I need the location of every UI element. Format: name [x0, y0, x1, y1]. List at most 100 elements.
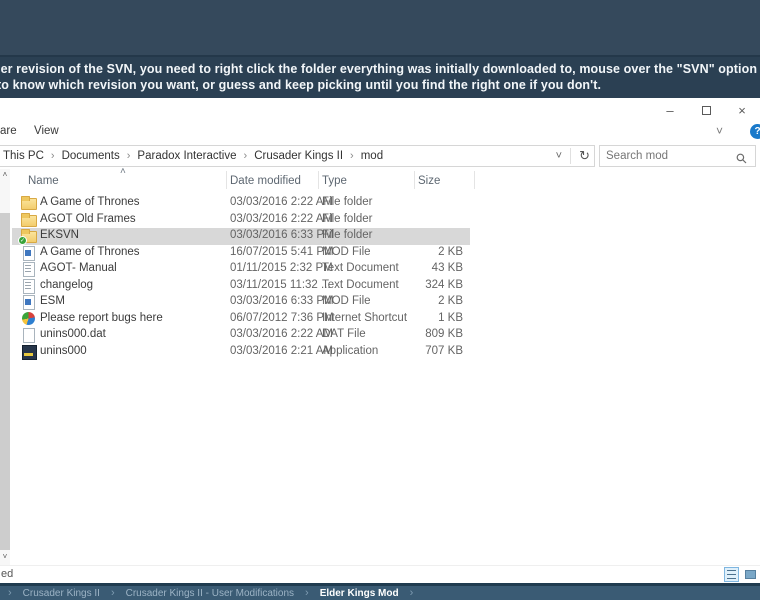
- address-segment-this-pc[interactable]: This PC: [3, 150, 44, 162]
- scroll-down-icon[interactable]: ˅: [0, 551, 10, 563]
- close-icon: ×: [738, 102, 746, 118]
- address-divider: [570, 148, 572, 164]
- file-name: changelog: [40, 278, 94, 291]
- column-header-type[interactable]: Type: [322, 175, 347, 187]
- ribbon-collapse-chevron-icon[interactable]: ˅: [716, 124, 723, 138]
- file-type: MOD File: [322, 295, 371, 307]
- file-date: 03/03/2016 6:33 PM: [230, 295, 334, 307]
- status-bar: ed: [0, 565, 760, 583]
- column-divider[interactable]: [474, 171, 475, 189]
- details-view-icon: [727, 570, 736, 579]
- forum-header: ler revision of the SVN, you need to rig…: [0, 0, 760, 98]
- file-date: 03/03/2016 2:22 AM: [230, 212, 333, 225]
- column-header-name[interactable]: Name: [28, 175, 59, 187]
- svn-check-icon: ✓: [18, 236, 27, 245]
- file-name: Please report bugs here: [40, 311, 163, 324]
- column-header-date-modified[interactable]: Date modified: [230, 175, 301, 187]
- address-dropdown-icon[interactable]: ˅: [556, 150, 562, 162]
- address-segment-paradox-interactive[interactable]: Paradox Interactive: [137, 150, 236, 162]
- refresh-icon[interactable]: ↻: [579, 148, 590, 164]
- title-bar[interactable]: – ×: [0, 98, 760, 122]
- search-input[interactable]: [606, 147, 726, 165]
- file-date: 03/03/2016 6:33 PM: [230, 229, 334, 241]
- sort-ascending-icon: ˄: [120, 166, 126, 177]
- file-date: 03/03/2016 2:22 AM: [230, 196, 333, 208]
- window-controls: – ×: [652, 98, 760, 122]
- file-date: 03/03/2016 2:22 AM: [230, 328, 333, 340]
- file-size: 43 KB: [431, 262, 463, 274]
- tab-share[interactable]: are: [0, 125, 17, 137]
- forum-breadcrumb: › Crusader Kings II › Crusader Kings II …: [0, 586, 760, 600]
- forum-breadcrumb-elder-kings-mod[interactable]: Elder Kings Mod: [320, 588, 399, 599]
- close-button[interactable]: ×: [724, 98, 760, 122]
- thumbnails-view-icon: [745, 570, 756, 579]
- file-name: A Game of Thrones: [40, 245, 140, 258]
- file-size: 2 KB: [438, 245, 463, 258]
- details-view-button[interactable]: [724, 567, 739, 582]
- dat-file-icon: [21, 328, 36, 343]
- file-type: MOD File: [322, 245, 371, 258]
- forum-breadcrumb-user-modifications[interactable]: Crusader Kings II - User Modifications: [126, 588, 294, 599]
- file-row[interactable]: ESM 03/03/2016 6:33 PM MOD File 2 KB: [12, 294, 470, 311]
- file-row[interactable]: changelog 03/11/2015 11:32 ... Text Docu…: [12, 278, 470, 295]
- file-list: ˄ Name Date modified Type Size A Game of…: [12, 166, 760, 565]
- view-toggles: [724, 567, 758, 582]
- chevron-right-icon: ›: [8, 587, 12, 599]
- column-divider[interactable]: [414, 171, 415, 189]
- application-icon: [21, 344, 37, 360]
- screen: ler revision of the SVN, you need to rig…: [0, 0, 760, 600]
- file-size: 707 KB: [425, 344, 463, 357]
- scroll-up-icon[interactable]: ˄: [0, 169, 10, 181]
- search-icon[interactable]: [736, 151, 747, 169]
- file-row[interactable]: AGOT- Manual 01/11/2015 2:32 PM Text Doc…: [12, 261, 470, 278]
- column-divider[interactable]: [318, 171, 319, 189]
- file-row-selected[interactable]: ✓ EKSVN 03/03/2016 6:33 PM File folder: [12, 228, 470, 245]
- file-type: Text Document: [322, 278, 399, 291]
- scrollbar-thumb[interactable]: [0, 213, 10, 550]
- file-row[interactable]: A Game of Thrones 16/07/2015 5:41 PM MOD…: [12, 245, 470, 262]
- file-name: AGOT- Manual: [40, 262, 117, 274]
- file-row[interactable]: unins000 03/03/2016 2:21 AM Application …: [12, 344, 470, 361]
- thumbnails-view-button[interactable]: [743, 567, 758, 582]
- folder-icon: [21, 196, 37, 210]
- address-segment-crusader-kings-ii[interactable]: Crusader Kings II: [254, 150, 343, 162]
- file-date: 03/03/2016 2:21 AM: [230, 344, 333, 357]
- file-date: 06/07/2012 7:36 PM: [230, 311, 334, 324]
- column-divider[interactable]: [226, 171, 227, 189]
- file-rows: A Game of Thrones 03/03/2016 2:22 AM Fil…: [12, 195, 470, 360]
- file-name: AGOT Old Frames: [40, 212, 136, 225]
- file-row[interactable]: unins000.dat 03/03/2016 2:22 AM DAT File…: [12, 327, 470, 344]
- file-type: Application: [322, 344, 379, 357]
- folder-icon: [21, 212, 37, 227]
- file-type: Text Document: [322, 262, 399, 274]
- status-text: ed: [1, 568, 14, 580]
- forum-breadcrumb-crusader-kings-ii[interactable]: Crusader Kings II: [23, 588, 100, 599]
- chevron-right-icon: ›: [409, 587, 414, 599]
- chevron-right-icon: ›: [126, 150, 131, 162]
- text-document-icon: [21, 262, 36, 277]
- address-segment-mod[interactable]: mod: [361, 150, 383, 162]
- file-size: 809 KB: [425, 328, 463, 340]
- file-list-pane: ˄ ˅ ˄ Name Date modified Type Size A Gam…: [0, 166, 760, 565]
- minimize-button[interactable]: –: [652, 98, 688, 122]
- column-header-size[interactable]: Size: [418, 175, 440, 187]
- maximize-icon: [701, 105, 711, 115]
- chevron-right-icon: ›: [305, 587, 309, 599]
- address-bar[interactable]: This PC › Documents › Paradox Interactiv…: [0, 145, 595, 167]
- folder-svn-icon: ✓: [18, 229, 37, 245]
- file-date: 01/11/2015 2:32 PM: [230, 262, 333, 274]
- file-row[interactable]: Please report bugs here 06/07/2012 7:36 …: [12, 311, 470, 328]
- file-date: 03/11/2015 11:32 ...: [230, 278, 331, 291]
- maximize-button[interactable]: [688, 98, 724, 122]
- file-name: unins000.dat: [40, 328, 106, 340]
- address-segment-documents[interactable]: Documents: [62, 150, 120, 162]
- tab-view[interactable]: View: [34, 125, 59, 137]
- file-row[interactable]: AGOT Old Frames 03/03/2016 2:22 AM File …: [12, 212, 470, 229]
- file-row[interactable]: A Game of Thrones 03/03/2016 2:22 AM Fil…: [12, 195, 470, 212]
- file-type: DAT File: [322, 328, 366, 340]
- file-size: 2 KB: [438, 295, 463, 307]
- search-box: [599, 145, 756, 167]
- help-button[interactable]: ?: [750, 124, 760, 139]
- minimize-icon: –: [666, 102, 674, 118]
- navigation-scrollbar: ˄ ˅: [0, 169, 10, 565]
